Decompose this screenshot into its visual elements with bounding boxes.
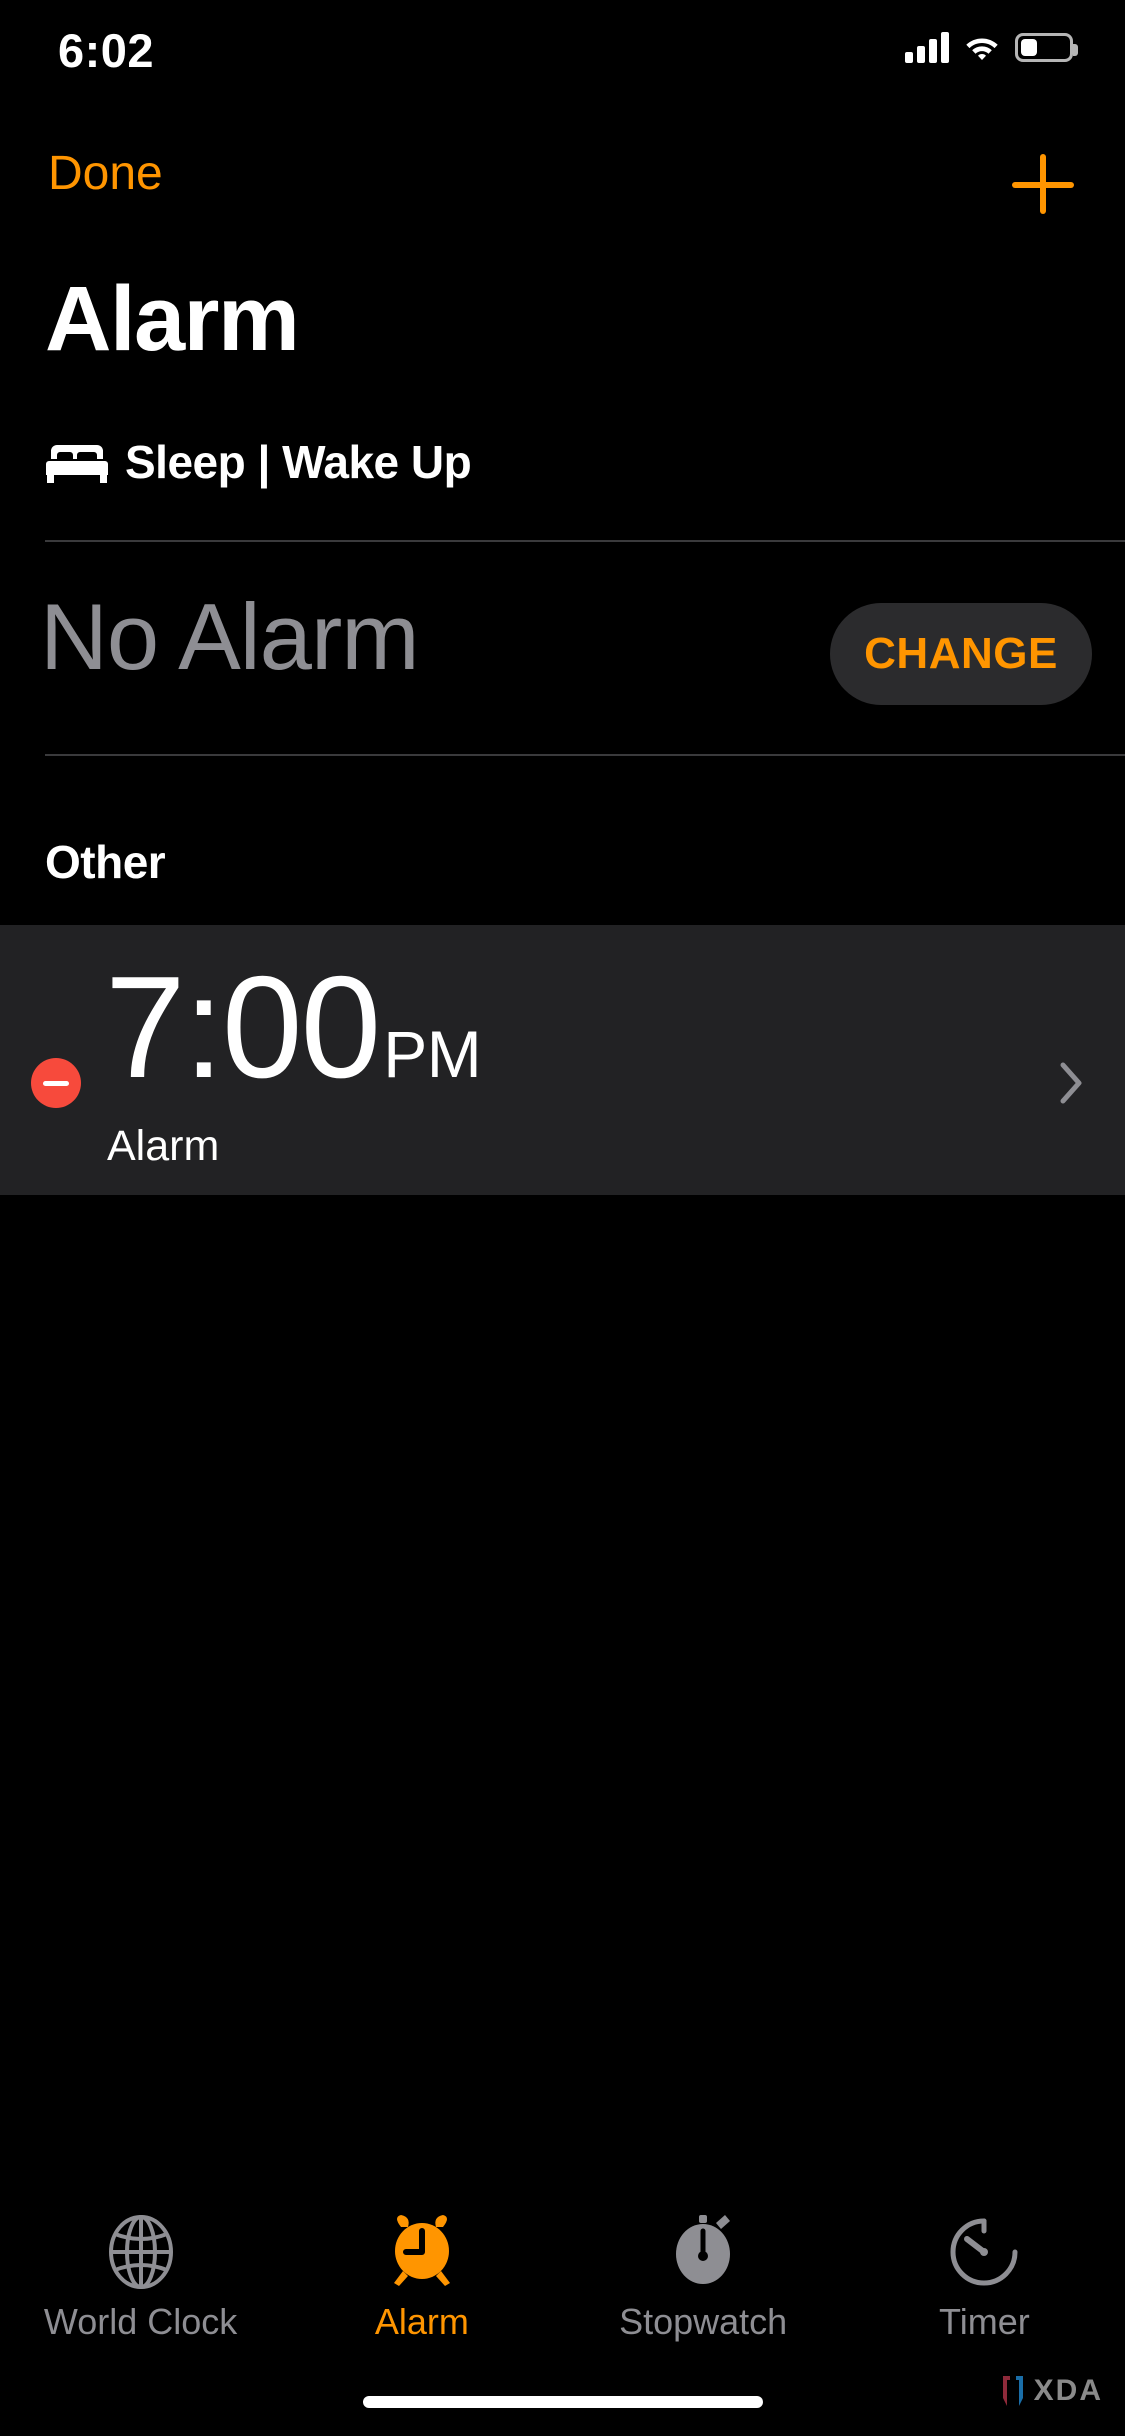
xda-watermark: XDA xyxy=(1000,2374,1103,2408)
battery-icon xyxy=(1015,32,1078,62)
tab-label: Alarm xyxy=(374,2301,469,2342)
tab-stopwatch[interactable]: Stopwatch xyxy=(563,2195,844,2365)
tab-alarm[interactable]: Alarm xyxy=(281,2195,562,2365)
clock-app-screen: 6:02 Done Alarm Sleep | Wake Up No Alarm… xyxy=(0,0,1125,2436)
status-bar-time: 6:02 xyxy=(58,24,155,77)
sleep-alarm-value: No Alarm xyxy=(40,584,420,689)
bed-icon xyxy=(45,439,109,485)
tab-label: World Clock xyxy=(43,2301,238,2342)
home-indicator[interactable] xyxy=(362,2396,763,2408)
alarm-label: Alarm xyxy=(107,1122,220,1170)
cellular-bars-icon xyxy=(905,31,949,63)
done-button[interactable]: Done xyxy=(48,146,163,201)
navigation-bar: Done xyxy=(0,147,1125,250)
alarm-time-value: 7:00 xyxy=(105,946,381,1108)
minus-circle-icon[interactable] xyxy=(31,1058,81,1108)
alarm-clock-icon xyxy=(383,2213,461,2291)
sleep-alarm-row: No Alarm CHANGE xyxy=(0,555,1125,745)
xda-bracket-icon xyxy=(1000,2374,1028,2408)
wifi-icon xyxy=(964,32,1000,62)
plus-icon[interactable] xyxy=(1008,150,1078,220)
sleep-wakeup-header: Sleep | Wake Up xyxy=(45,435,472,489)
chevron-right-icon[interactable] xyxy=(1060,1062,1084,1104)
divider-top xyxy=(45,540,1125,542)
section-header-other: Other xyxy=(45,836,166,888)
tab-bar: World Clock Alarm Stopwatch Timer xyxy=(0,2195,1125,2365)
divider-bottom xyxy=(45,754,1125,756)
tab-label: Stopwatch xyxy=(619,2301,788,2342)
alarm-time-meridiem: PM xyxy=(383,1017,482,1091)
tab-label: Timer xyxy=(939,2301,1030,2342)
status-bar: 6:02 xyxy=(0,0,1125,100)
change-button[interactable]: CHANGE xyxy=(830,603,1092,705)
xda-text: XDA xyxy=(1033,2374,1103,2407)
tab-world-clock[interactable]: World Clock xyxy=(0,2195,281,2365)
alarm-time: 7:00 PM xyxy=(105,946,482,1108)
page-title: Alarm xyxy=(45,268,300,370)
status-bar-indicators xyxy=(905,26,1078,68)
tab-timer[interactable]: Timer xyxy=(844,2195,1125,2365)
stopwatch-icon xyxy=(664,2213,742,2291)
sleep-wakeup-label: Sleep | Wake Up xyxy=(125,436,472,488)
globe-icon xyxy=(102,2213,180,2291)
timer-icon xyxy=(945,2213,1023,2291)
